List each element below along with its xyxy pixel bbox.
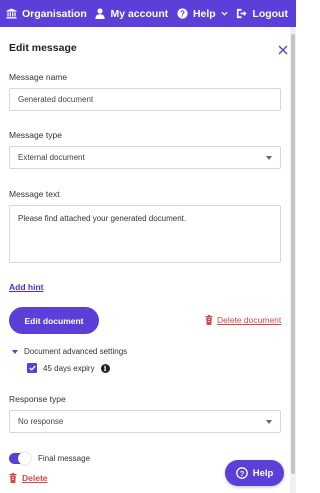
logout-icon: [237, 8, 247, 19]
message-text-area[interactable]: Please find attached your generated docu…: [9, 205, 281, 263]
message-name-value: Generated document: [18, 95, 94, 104]
message-type-value: External document: [18, 153, 85, 162]
trash-icon: [205, 315, 213, 325]
delete-document-link[interactable]: Delete document: [205, 315, 281, 325]
message-text-label: Message text: [9, 189, 60, 199]
nav-help-label: Help: [192, 7, 216, 20]
chevron-down-icon: [221, 11, 228, 16]
advanced-settings-label: Document advanced settings: [24, 347, 128, 356]
caret-down-icon: [266, 420, 272, 424]
check-icon: [28, 365, 36, 371]
delete-label: Delete: [22, 473, 48, 483]
expiry-label: 45 days expiry: [43, 363, 95, 373]
nav-my-account-label: My account: [110, 7, 169, 20]
nav-organisation[interactable]: Organisation: [6, 8, 87, 20]
nav-logout-label: Logout: [252, 7, 288, 20]
message-name-label: Message name: [9, 72, 68, 82]
final-message-row: Final message: [9, 452, 91, 465]
final-message-toggle[interactable]: [9, 452, 31, 465]
question-circle-icon: ?: [177, 8, 188, 19]
scrollbar-thumb[interactable]: [291, 34, 295, 474]
modal-title: Edit message: [9, 42, 77, 54]
expiry-option: 45 days expiry i: [27, 363, 110, 373]
help-floating-button[interactable]: ? Help: [225, 460, 284, 486]
trash-icon: [9, 473, 17, 483]
toggle-knob: [18, 452, 31, 465]
final-message-label: Final message: [38, 454, 91, 463]
bank-icon: [6, 8, 17, 19]
help-button-label: Help: [252, 467, 274, 479]
top-nav-bar: Organisation My account ? Help Logout: [0, 0, 296, 27]
close-button[interactable]: [278, 42, 288, 60]
response-type-value: No response: [18, 417, 64, 426]
user-icon: [95, 8, 106, 19]
message-name-input[interactable]: Generated document: [9, 88, 281, 111]
nav-help[interactable]: ? Help: [177, 8, 228, 20]
message-type-select[interactable]: External document: [9, 146, 281, 169]
response-type-label: Response type: [9, 394, 66, 404]
edit-document-button[interactable]: Edit document: [9, 307, 99, 334]
document-advanced-settings-toggle[interactable]: Document advanced settings: [12, 347, 127, 356]
message-text-value: Please find attached your generated docu…: [18, 214, 187, 223]
delete-document-label: Delete document: [217, 315, 282, 325]
question-circle-icon: ?: [235, 467, 248, 479]
nav-my-account[interactable]: My account: [95, 8, 168, 20]
close-icon: [278, 45, 288, 55]
delete-message-link[interactable]: Delete: [9, 473, 48, 483]
nav-organisation-label: Organisation: [22, 7, 87, 20]
svg-text:?: ?: [239, 469, 244, 478]
expiry-checkbox[interactable]: [27, 363, 37, 373]
response-type-select[interactable]: No response: [9, 410, 281, 433]
svg-text:?: ?: [180, 9, 185, 18]
nav-logout[interactable]: Logout: [236, 8, 288, 20]
message-type-label: Message type: [9, 130, 62, 140]
add-hint-link[interactable]: Add hint: [9, 282, 43, 292]
caret-down-icon: [266, 156, 272, 160]
info-icon[interactable]: i: [100, 363, 110, 373]
caret-down-icon: [12, 349, 18, 354]
